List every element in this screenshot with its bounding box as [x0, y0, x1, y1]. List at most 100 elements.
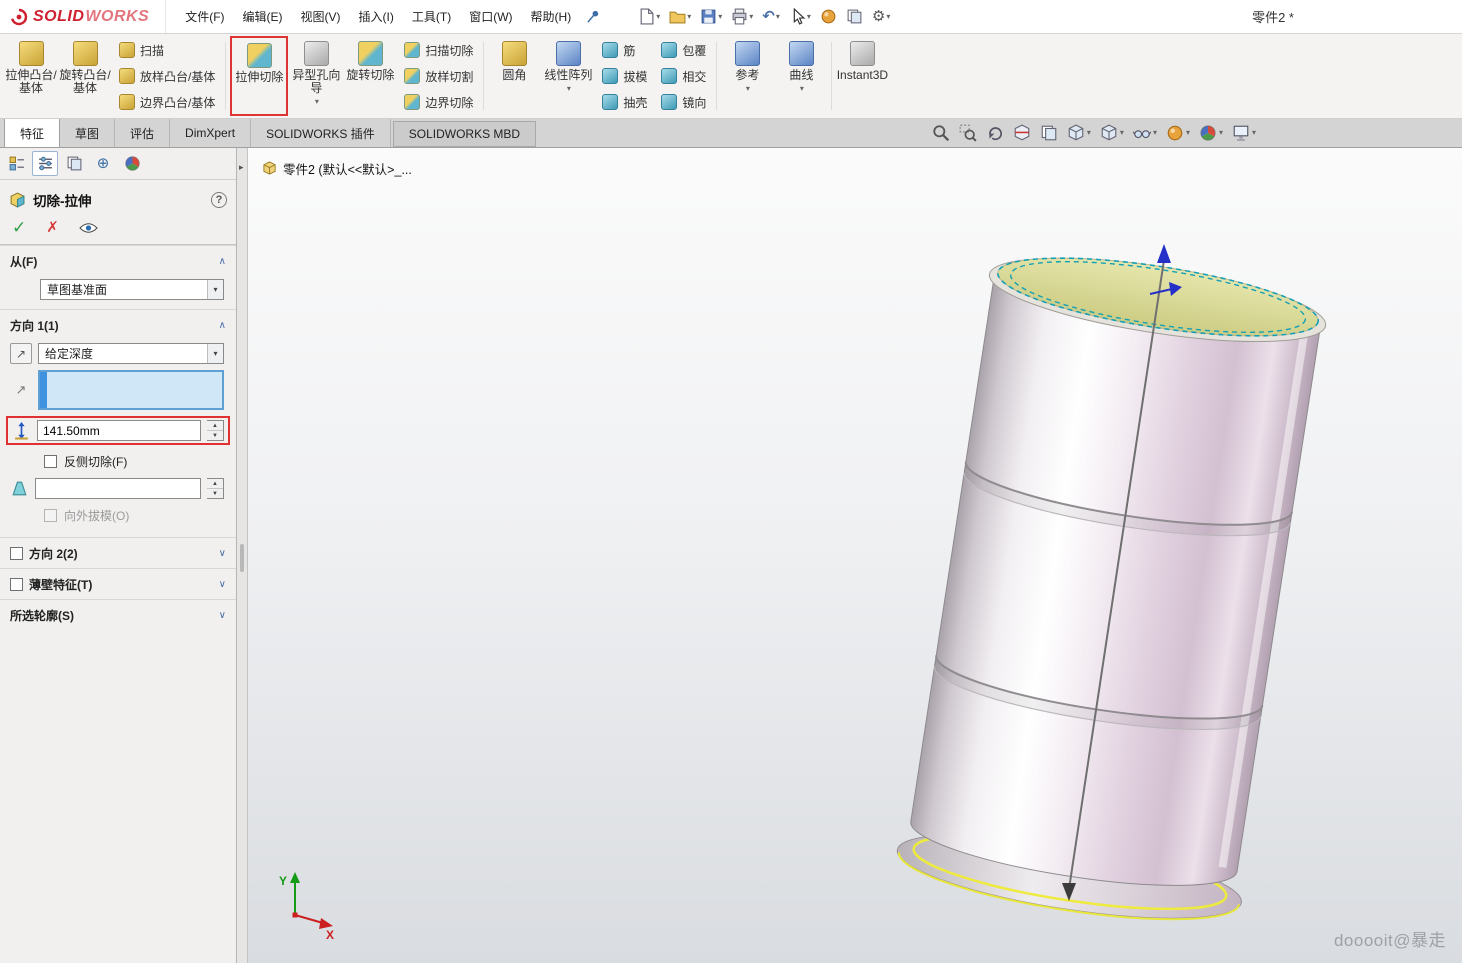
direction-selection-box[interactable]: [38, 370, 224, 410]
previous-view-button[interactable]: [986, 124, 1004, 142]
hole-wizard-button[interactable]: 异型孔向导 ▾: [289, 36, 343, 116]
dropdown-caret-icon[interactable]: ▾: [207, 344, 223, 363]
view-settings-button[interactable]: ▾: [1232, 124, 1256, 142]
spin-down-icon[interactable]: ▼: [207, 489, 223, 498]
section-view-button[interactable]: [1013, 124, 1031, 142]
save-button[interactable]: ▾: [697, 5, 725, 28]
draft-angle-input[interactable]: [35, 478, 201, 499]
from-dropdown[interactable]: 草图基准面 ▾: [40, 279, 224, 300]
wrap-button[interactable]: 包覆: [656, 38, 711, 63]
tab-evaluate[interactable]: 评估: [115, 119, 170, 147]
splitter-grip[interactable]: [240, 544, 244, 572]
swept-boss-button[interactable]: 扫描: [114, 38, 220, 63]
spin-down-icon[interactable]: ▼: [207, 431, 223, 440]
tab-solidworks-addins[interactable]: SOLIDWORKS 插件: [251, 119, 391, 147]
rib-button[interactable]: 筋: [597, 38, 652, 63]
depth-input[interactable]: [37, 420, 201, 441]
select-button[interactable]: ▾: [786, 5, 814, 28]
menu-insert[interactable]: 插入(I): [350, 2, 403, 31]
direction-arrow-up-icon[interactable]: [1157, 244, 1171, 263]
revolve-boss-button[interactable]: 旋转凸台/基体: [58, 36, 112, 116]
intersect-button[interactable]: 相交: [656, 64, 711, 89]
extrude-boss-button[interactable]: 拉伸凸台/基体: [4, 36, 58, 116]
shell-button[interactable]: 抽壳: [597, 90, 652, 115]
boundary-boss-button[interactable]: 边界凸台/基体: [114, 90, 220, 115]
instant3d-button[interactable]: Instant3D: [835, 36, 889, 116]
feature-tree-breadcrumb[interactable]: 零件2 (默认<<默认>_...: [262, 159, 412, 178]
preview-eye-button[interactable]: [79, 222, 98, 234]
reference-geometry-button[interactable]: 参考 ▾: [720, 36, 774, 116]
hole-wizard-icon: [304, 41, 329, 66]
open-button[interactable]: ▾: [666, 5, 694, 28]
feature-manager-tab[interactable]: [3, 151, 29, 176]
caret-down-icon: ▾: [1087, 129, 1091, 137]
draft-button[interactable]: 拔模: [597, 64, 652, 89]
depth-spinner[interactable]: ▲ ▼: [207, 420, 224, 441]
new-document-button[interactable]: ▾: [635, 5, 663, 28]
tab-dimxpert[interactable]: DimXpert: [170, 119, 251, 147]
flip-side-checkbox[interactable]: [44, 455, 57, 468]
dropdown-caret-icon[interactable]: ▾: [207, 280, 223, 299]
swept-cut-button[interactable]: 扫描切除: [399, 38, 478, 63]
flyout-tree-arrow-icon[interactable]: ▸: [239, 162, 244, 173]
draft-spinner[interactable]: ▲ ▼: [207, 478, 224, 499]
spin-up-icon[interactable]: ▲: [207, 421, 223, 431]
lofted-cut-icon: [404, 68, 420, 84]
print-button[interactable]: ▾: [728, 5, 756, 28]
ok-button[interactable]: ✓: [12, 219, 26, 236]
annotation-views-button[interactable]: [1040, 124, 1058, 142]
direction2-checkbox[interactable]: [10, 547, 23, 560]
chevron-up-icon: ∧: [219, 256, 226, 267]
curves-button[interactable]: 曲线 ▾: [774, 36, 828, 116]
mirror-button[interactable]: 镜向: [656, 90, 711, 115]
menu-file[interactable]: 文件(F): [176, 2, 233, 31]
file-properties-button[interactable]: [843, 5, 866, 28]
end-condition-dropdown[interactable]: 给定深度 ▾: [38, 343, 224, 364]
display-manager-tab[interactable]: [119, 151, 145, 176]
draft-outward-checkbox[interactable]: [44, 509, 57, 522]
hide-show-items-button[interactable]: ▾: [1133, 124, 1157, 142]
menu-edit[interactable]: 编辑(E): [234, 2, 292, 31]
panel-splitter[interactable]: ▸: [237, 148, 248, 963]
zoom-fit-button[interactable]: [932, 124, 950, 142]
section-direction2[interactable]: 方向 2(2) ∨: [0, 537, 236, 568]
monitor-icon: [1232, 124, 1250, 142]
rebuild-button[interactable]: [817, 5, 840, 28]
pin-menu-button[interactable]: [586, 9, 601, 24]
options-button[interactable]: ⚙▾: [869, 6, 893, 27]
edit-appearance-button[interactable]: ▾: [1166, 124, 1190, 142]
section-thin-feature[interactable]: 薄壁特征(T) ∨: [0, 568, 236, 599]
lofted-cut-button[interactable]: 放样切割: [399, 64, 478, 89]
boundary-cut-button[interactable]: 边界切除: [399, 90, 478, 115]
menu-tools[interactable]: 工具(T): [403, 2, 460, 31]
linear-pattern-button[interactable]: 线性阵列 ▾: [541, 36, 595, 116]
apply-scene-button[interactable]: ▾: [1199, 124, 1223, 142]
viewport-canvas[interactable]: Y X: [248, 148, 1462, 963]
revolve-cut-button[interactable]: 旋转切除: [343, 36, 397, 116]
tab-solidworks-mbd[interactable]: SOLIDWORKS MBD: [393, 121, 536, 147]
section-from[interactable]: 从(F) ∧: [0, 245, 236, 276]
section-selected-contours[interactable]: 所选轮廓(S) ∨: [0, 599, 236, 630]
graphics-viewport[interactable]: 零件2 (默认<<默认>_...: [248, 148, 1462, 963]
section-direction1[interactable]: 方向 1(1) ∧: [0, 309, 236, 340]
zoom-area-button[interactable]: [959, 124, 977, 142]
display-style-button[interactable]: ▾: [1100, 124, 1124, 142]
spin-up-icon[interactable]: ▲: [207, 479, 223, 489]
fillet-button[interactable]: 圆角: [487, 36, 541, 116]
menu-window[interactable]: 窗口(W): [460, 2, 521, 31]
menu-view[interactable]: 视图(V): [292, 2, 350, 31]
dimxpert-manager-tab[interactable]: ⊕: [90, 151, 116, 176]
tab-sketch[interactable]: 草图: [60, 119, 115, 147]
menu-help[interactable]: 帮助(H): [522, 2, 581, 31]
reverse-direction-button[interactable]: ↗: [10, 343, 32, 364]
cancel-button[interactable]: ✗: [46, 220, 59, 235]
lofted-boss-button[interactable]: 放样凸台/基体: [114, 64, 220, 89]
property-manager-tab[interactable]: [32, 151, 58, 176]
extrude-cut-button[interactable]: 拉伸切除: [232, 38, 286, 114]
tab-features[interactable]: 特征: [4, 119, 60, 147]
undo-button[interactable]: ↶▾: [759, 6, 783, 27]
view-orientation-button[interactable]: ▾: [1067, 124, 1091, 142]
configuration-manager-tab[interactable]: [61, 151, 87, 176]
help-button[interactable]: ?: [211, 192, 227, 208]
thin-feature-checkbox[interactable]: [10, 578, 23, 591]
